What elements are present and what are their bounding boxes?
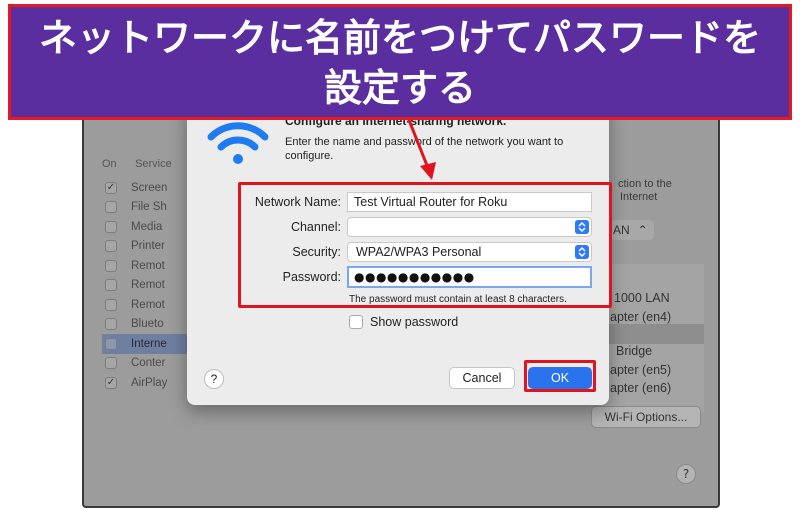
share-to-text-2: Internet xyxy=(620,191,658,203)
port-item-0[interactable]: 1000 LAN xyxy=(614,289,670,307)
service-label: Printer xyxy=(131,240,165,253)
screenshot-stage: On Service ✓ Screen File Sh Media Printer Rem… xyxy=(0,0,800,510)
share-to-text-1: ction to the xyxy=(618,178,672,190)
cancel-button[interactable]: Cancel xyxy=(449,367,515,389)
service-checkbox[interactable]: ✓ xyxy=(105,376,117,389)
service-checkbox[interactable] xyxy=(105,220,117,233)
share-from-popup[interactable]: AN ⌃ xyxy=(610,220,654,240)
service-label: Media xyxy=(131,220,163,233)
caption-line-1: ネットワークに名前をつけてパスワードを xyxy=(38,16,761,60)
service-checkbox[interactable] xyxy=(105,318,117,331)
popup-chevron-icon: ⌃ xyxy=(637,223,648,237)
service-label: Screen xyxy=(131,181,168,194)
port-item-4[interactable]: apter (en6) xyxy=(610,379,671,397)
caption-line-2: 設定する xyxy=(323,66,476,110)
services-header: On Service xyxy=(102,158,172,170)
service-checkbox[interactable] xyxy=(105,337,117,350)
help-button[interactable]: ? xyxy=(204,369,224,389)
show-password-label: Show password xyxy=(370,315,459,329)
service-checkbox[interactable]: ✓ xyxy=(105,181,117,194)
service-checkbox[interactable] xyxy=(105,259,117,272)
ok-highlight-box xyxy=(524,360,596,392)
background-help-button[interactable]: ? xyxy=(676,464,696,484)
show-password-checkbox[interactable]: Show password xyxy=(349,315,458,329)
service-checkbox[interactable] xyxy=(105,201,117,214)
on-column-header: On xyxy=(102,158,117,170)
service-label: Conter xyxy=(131,357,166,370)
checkbox-box[interactable] xyxy=(349,315,363,329)
port-item-3[interactable]: apter (en5) xyxy=(610,361,671,379)
service-label: File Sh xyxy=(131,201,167,214)
service-label: Remot xyxy=(131,298,165,311)
form-highlight-box xyxy=(238,182,612,308)
caption-banner: ネットワークに名前をつけてパスワードを 設定する xyxy=(8,4,792,120)
service-label: Remot xyxy=(131,259,165,272)
ports-list-selection xyxy=(598,324,704,344)
dialog-description: Enter the name and password of the netwo… xyxy=(285,136,564,162)
service-checkbox[interactable] xyxy=(105,279,117,292)
service-checkbox[interactable] xyxy=(105,240,117,253)
caption-text: ネットワークに名前をつけてパスワードを 設定する xyxy=(11,13,789,113)
service-checkbox[interactable] xyxy=(105,357,117,370)
service-label: Remot xyxy=(131,279,165,292)
wifi-icon xyxy=(207,122,269,164)
share-from-popup-label: AN xyxy=(613,223,630,237)
service-label: Interne xyxy=(131,337,167,350)
wifi-options-button[interactable]: Wi-Fi Options... xyxy=(591,406,701,428)
port-item-2[interactable]: Bridge xyxy=(616,342,652,360)
service-column-header: Service xyxy=(135,158,172,170)
service-label: AirPlay xyxy=(131,376,168,389)
service-checkbox[interactable] xyxy=(105,298,117,311)
port-item-1[interactable]: apter (en4) xyxy=(610,308,671,326)
service-label: Blueto xyxy=(131,318,164,331)
